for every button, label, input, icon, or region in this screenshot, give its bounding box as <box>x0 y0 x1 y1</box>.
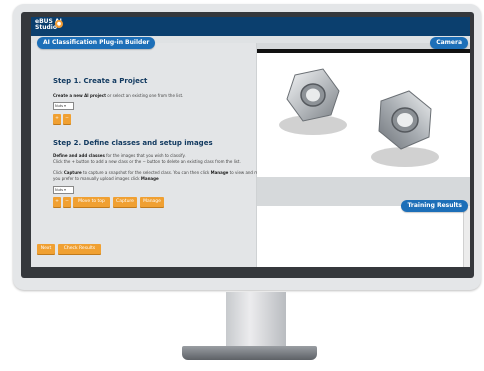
step2-define-text: Define and add classes for the images th… <box>53 153 186 158</box>
remove-class-button[interactable]: − <box>63 197 71 207</box>
results-scrollbar[interactable] <box>463 206 470 267</box>
class-select-value: Nuts <box>55 188 64 192</box>
step1-instructions-bold: Create a new AI project <box>53 93 107 98</box>
step1-instructions: Create a new AI project or select an exi… <box>53 93 183 98</box>
step2-upload-help: you prefer to manually upload images cli… <box>53 176 159 181</box>
camera-image-hex-nuts <box>279 68 439 167</box>
logo-mark-icon: ● <box>55 20 63 28</box>
step1-instructions-rest: or select an existing one from the list. <box>106 93 184 98</box>
builder-panel-title: AI Classification Plug-in Builder <box>37 37 156 49</box>
class-select[interactable]: Nuts ▾ <box>53 186 74 194</box>
top-bar: eBUS AI Studio ● <box>31 17 470 36</box>
step2-class-help: Click the + button to add a new class or… <box>53 159 241 164</box>
training-results-area <box>257 206 470 267</box>
add-project-button[interactable]: + <box>53 114 61 124</box>
upload-help-b: Manage <box>140 176 159 181</box>
capture-help-d: Manage <box>210 170 229 175</box>
nut-2-shadow <box>371 147 439 167</box>
preview-panel: Camera Training Results <box>257 37 470 267</box>
project-select-value: Nuts <box>55 104 64 108</box>
step2-define-bold: Define and add classes <box>53 153 105 158</box>
monitor-stand-base <box>182 346 317 360</box>
hex-nut-2-bore <box>397 113 413 127</box>
step1-heading: Step 1. Create a Project <box>53 77 148 85</box>
manage-button[interactable]: Manage <box>140 197 164 207</box>
camera-view <box>257 49 470 177</box>
move-to-top-button[interactable]: Move to top <box>73 197 110 207</box>
next-button[interactable]: Next <box>37 244 55 254</box>
remove-project-button[interactable]: − <box>63 114 71 124</box>
step2-heading: Step 2. Define classes and setup images <box>53 139 213 147</box>
capture-help-a: Click <box>53 170 64 175</box>
step2-define-rest: for the images that you wish to classify… <box>104 153 186 158</box>
capture-button[interactable]: Capture <box>113 197 137 207</box>
training-results-label: Training Results <box>401 200 468 212</box>
add-class-button[interactable]: + <box>53 197 61 207</box>
project-select[interactable]: Nuts ▾ <box>53 102 74 110</box>
hex-nut-1-bore <box>306 88 320 102</box>
capture-help-c: to capture a snapshot for the selected c… <box>81 170 211 175</box>
step2-capture-help: Click Capture to capture a snapshot for … <box>53 170 271 175</box>
capture-help-b: Capture <box>63 170 82 175</box>
monitor-stand-neck <box>226 292 286 350</box>
app-screen: eBUS AI Studio ● AI Classification Plug-… <box>31 17 470 267</box>
camera-label: Camera <box>430 37 468 49</box>
check-results-button[interactable]: Check Results <box>58 244 101 254</box>
builder-panel: AI Classification Plug-in Builder Step 1… <box>31 37 271 267</box>
upload-help-a: you prefer to manually upload images cli… <box>53 176 141 181</box>
